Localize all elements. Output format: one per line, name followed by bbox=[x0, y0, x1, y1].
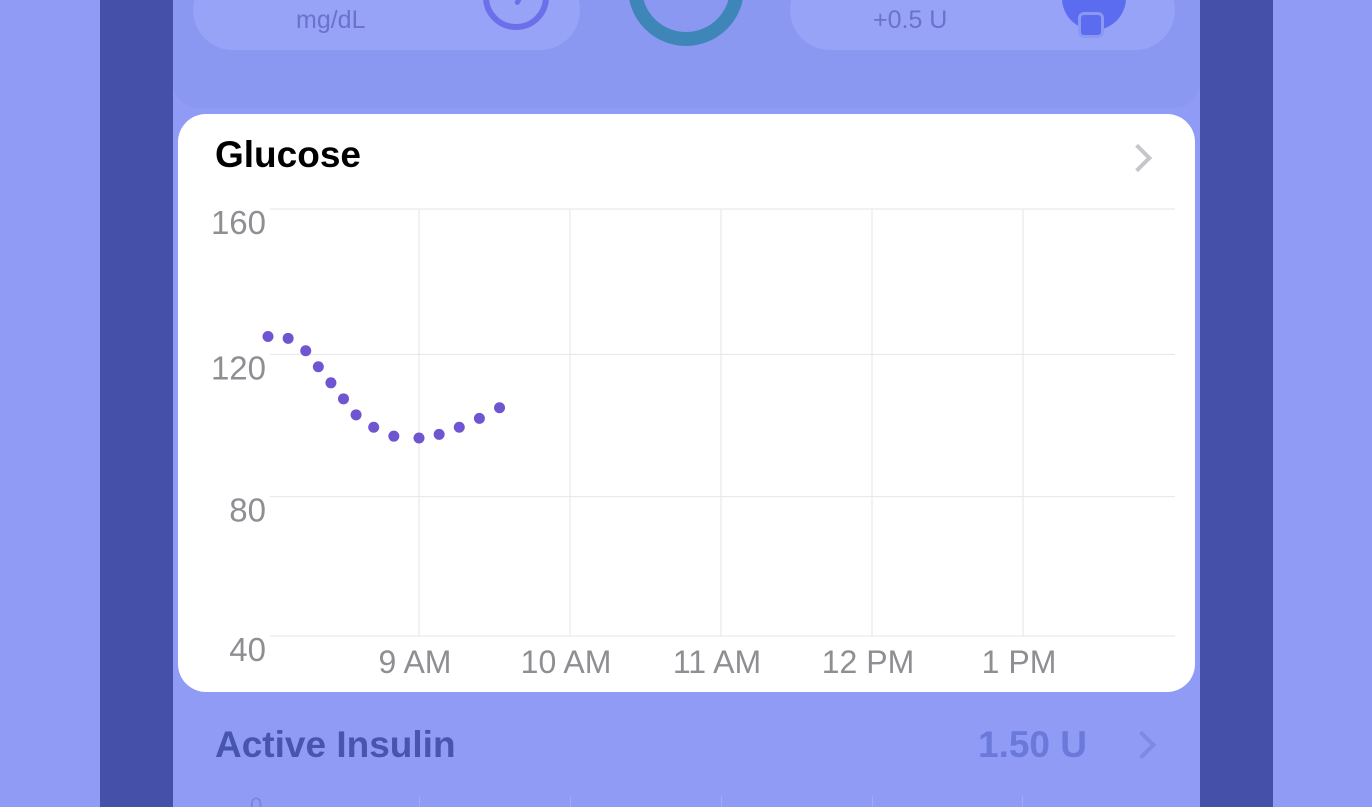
insulin-chart-gridline bbox=[570, 796, 571, 807]
glucose-chart: 160 120 80 40 9 AM 10 AM 11 AM 12 PM 1 PM bbox=[211, 204, 1175, 680]
y-tick-label: 80 bbox=[229, 492, 266, 529]
x-tick-label: 9 AM bbox=[379, 644, 452, 680]
app-frame: mg/dL +0.5 U Glucose 160 120 80 40 9 AM 10 AM… bbox=[0, 0, 1372, 807]
glucose-point bbox=[473, 412, 485, 424]
insulin-chart-gridline bbox=[419, 796, 420, 807]
x-tick-label: 12 PM bbox=[822, 644, 914, 680]
insulin-chart-gridline bbox=[721, 796, 722, 807]
y-tick-label: 120 bbox=[211, 349, 266, 386]
x-tick-label: 10 AM bbox=[521, 644, 612, 680]
y-tick-label: 160 bbox=[211, 204, 266, 241]
insulin-chart-tick: 0 bbox=[250, 793, 263, 807]
glucose-point bbox=[350, 409, 362, 421]
glucose-point bbox=[453, 421, 465, 433]
x-tick-label: 1 PM bbox=[982, 644, 1057, 680]
glucose-point bbox=[338, 393, 349, 405]
active-insulin-value: 1.50 U bbox=[978, 724, 1088, 765]
glucose-point bbox=[325, 377, 337, 389]
glucose-point bbox=[388, 430, 400, 442]
insulin-chart-gridline bbox=[872, 796, 873, 807]
glucose-point bbox=[413, 432, 425, 444]
insulin-chart-gridline bbox=[1022, 796, 1023, 807]
glucose-point bbox=[433, 428, 445, 440]
glucose-point bbox=[300, 345, 312, 357]
x-tick-label: 11 AM bbox=[673, 644, 761, 680]
y-tick-label: 40 bbox=[229, 631, 266, 668]
glucose-point bbox=[368, 421, 380, 433]
active-insulin-label: Active Insulin bbox=[215, 724, 456, 765]
glucose-point bbox=[494, 402, 506, 414]
glucose-point bbox=[262, 331, 274, 343]
glucose-point bbox=[312, 361, 324, 373]
glucose-point bbox=[282, 332, 294, 344]
